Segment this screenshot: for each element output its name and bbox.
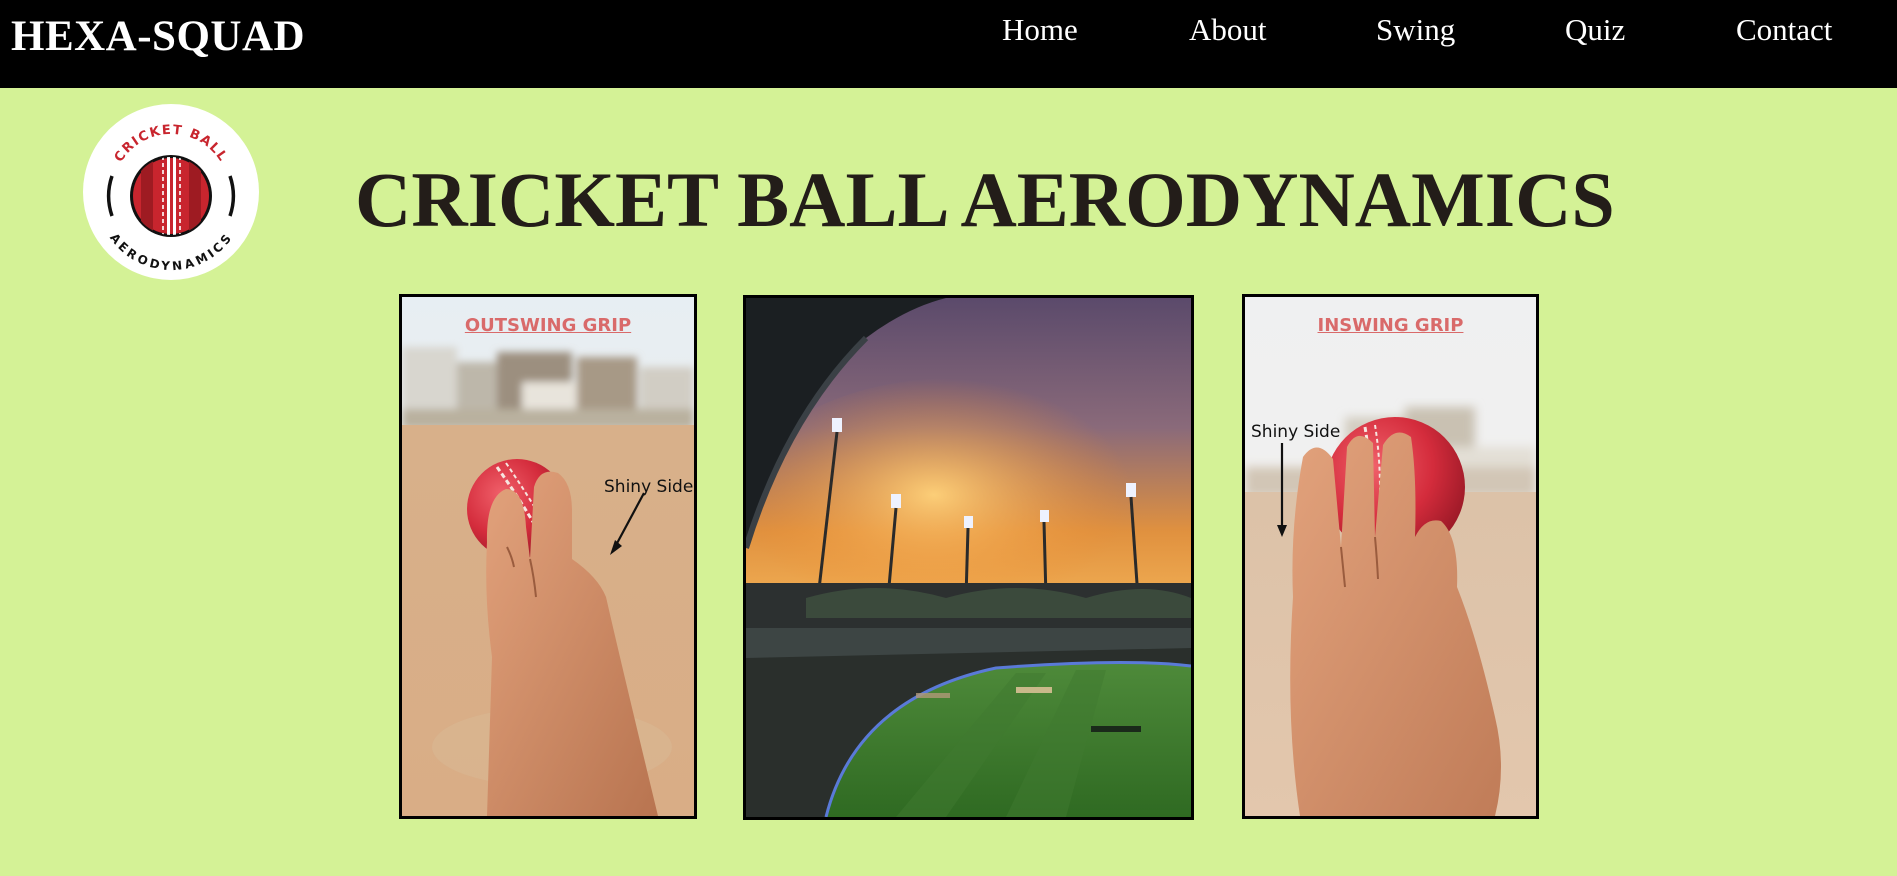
page-title: CRICKET BALL AERODYNAMICS bbox=[355, 156, 1615, 243]
cricket-stadium-sunset-photo bbox=[746, 298, 1191, 817]
outswing-grip-card: OUTSWING GRIP Shiny Side bbox=[399, 294, 697, 819]
brand-logo-text[interactable]: HEXA-SQUAD bbox=[11, 13, 305, 61]
top-navbar: HEXA-SQUAD Home About Swing Quiz Contact bbox=[0, 0, 1897, 88]
shiny-side-label: Shiny Side bbox=[1251, 422, 1341, 442]
inswing-grip-card: INSWING GRIP Shiny Side bbox=[1242, 294, 1539, 819]
outswing-grip-title[interactable]: OUTSWING GRIP bbox=[402, 315, 694, 336]
shiny-side-label: Shiny Side bbox=[604, 477, 694, 497]
nav-swing-link[interactable]: Swing bbox=[1376, 12, 1455, 48]
cricket-ball-icon: CRICKET BALL AERODYNAMICS bbox=[83, 104, 259, 280]
stadium-photo-card bbox=[743, 295, 1194, 820]
nav-about-link[interactable]: About bbox=[1189, 12, 1267, 48]
hand-gripping-ball-photo bbox=[1245, 297, 1536, 816]
nav-contact-link[interactable]: Contact bbox=[1736, 12, 1832, 48]
site-logo: CRICKET BALL AERODYNAMICS bbox=[83, 104, 259, 280]
nav-quiz-link[interactable]: Quiz bbox=[1565, 12, 1625, 48]
nav-home-link[interactable]: Home bbox=[1002, 12, 1078, 48]
inswing-grip-title[interactable]: INSWING GRIP bbox=[1245, 315, 1536, 336]
hand-gripping-ball-photo bbox=[402, 297, 694, 816]
